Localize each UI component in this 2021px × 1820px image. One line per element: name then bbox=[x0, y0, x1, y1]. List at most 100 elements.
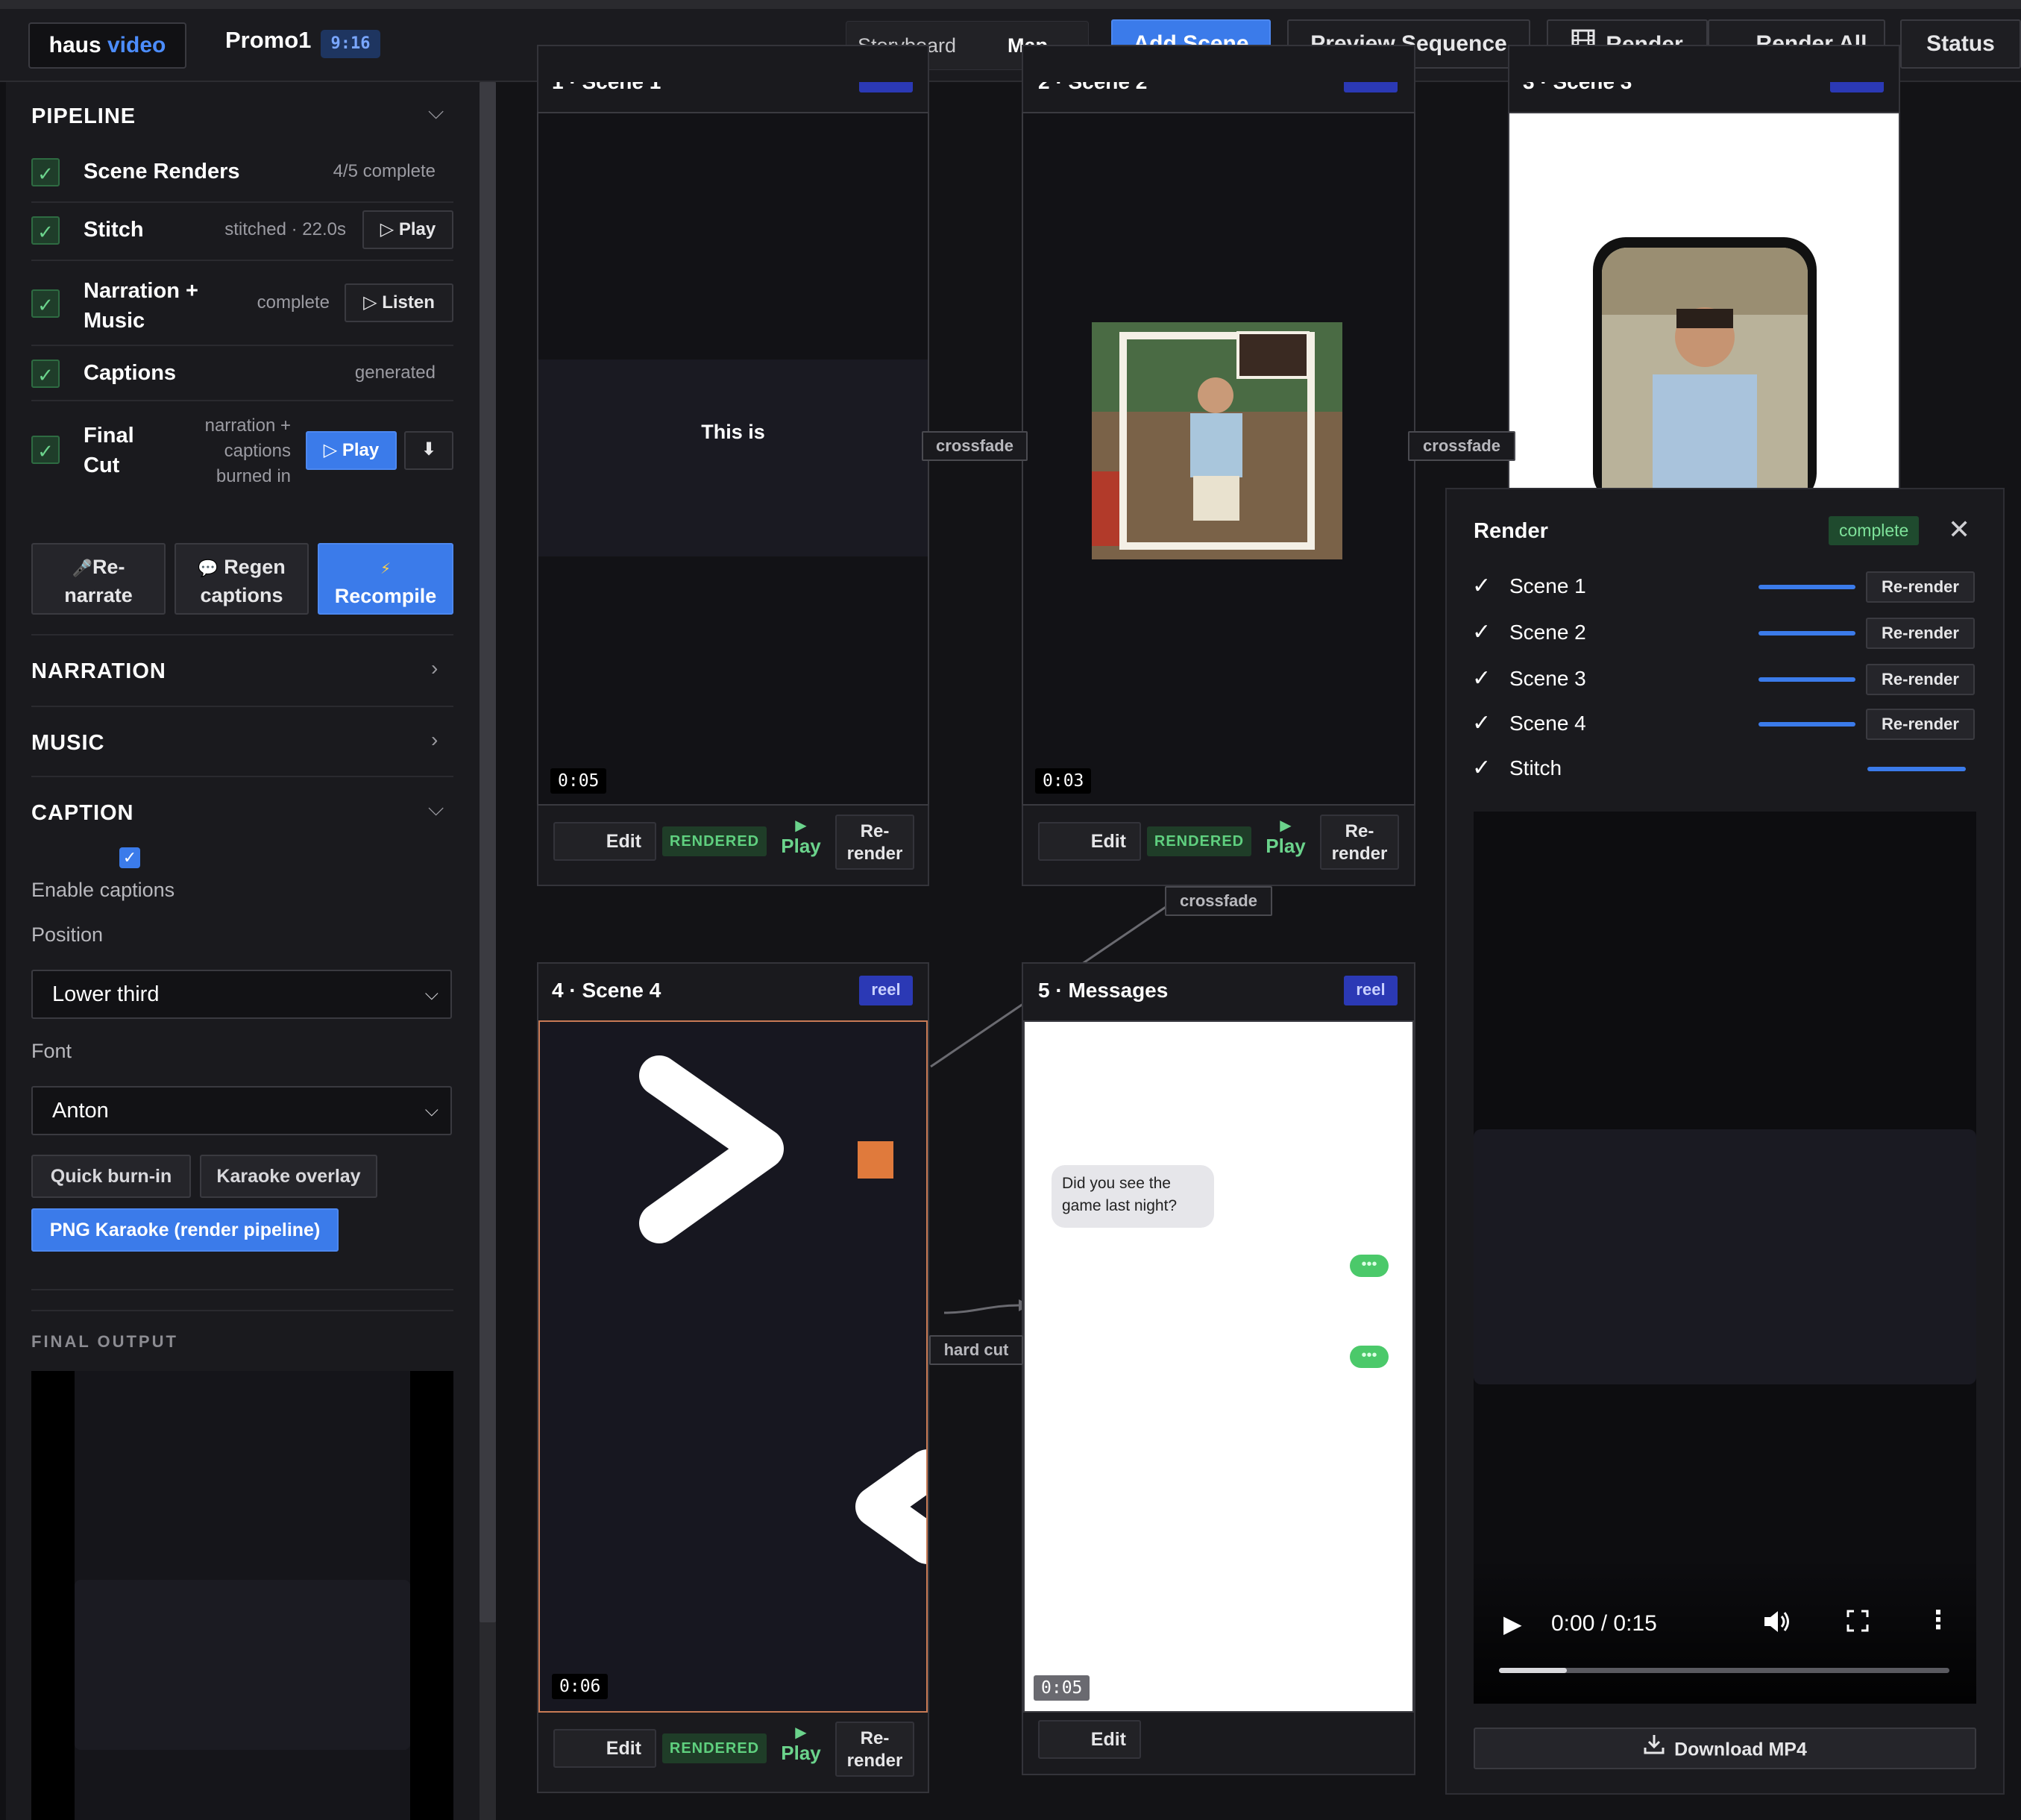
reel-badge: reel bbox=[1344, 976, 1398, 1005]
scene-play-button[interactable]: ▶ Play bbox=[1254, 816, 1317, 858]
typing-indicator: ••• bbox=[1350, 1346, 1389, 1368]
renarrate-button[interactable]: 🎤Re-narrate bbox=[31, 543, 166, 615]
quick-burn-in-button[interactable]: Quick burn-in bbox=[31, 1155, 191, 1198]
recompile-button[interactable]: ⚡ Recompile bbox=[318, 543, 453, 615]
play-icon: ▶ bbox=[1280, 818, 1292, 834]
scene-preview[interactable]: Did you see the game last night? ••• ••• … bbox=[1023, 1020, 1414, 1713]
divider bbox=[31, 345, 453, 346]
render-progress-bar bbox=[1867, 767, 1966, 771]
png-karaoke-button[interactable]: PNG Karaoke (render pipeline) bbox=[31, 1208, 339, 1252]
karaoke-overlay-button[interactable]: Karaoke overlay bbox=[200, 1155, 377, 1198]
render-modal-title: Render bbox=[1474, 519, 1548, 543]
narration-section-title[interactable]: NARRATION bbox=[31, 659, 166, 684]
enable-captions-checkbox[interactable]: ✓ bbox=[119, 847, 140, 868]
pipeline-final-cut-label: Final Cut bbox=[84, 424, 134, 477]
scene-play-button[interactable]: ▶ Play bbox=[770, 1723, 832, 1765]
rerender-scene-button[interactable]: Re-render bbox=[1866, 571, 1975, 603]
divider bbox=[31, 260, 453, 261]
final-output-title: FINAL OUTPUT bbox=[31, 1332, 178, 1351]
fullscreen-icon[interactable] bbox=[1846, 1610, 1869, 1636]
final-cut-play-button[interactable]: ▷ Play bbox=[306, 431, 397, 470]
rerender-button[interactable]: Re-render bbox=[1320, 815, 1399, 870]
pipeline-stitch-label: Stitch bbox=[84, 218, 144, 242]
download-arrow-icon: ⬇ bbox=[421, 439, 437, 459]
play-icon: ▷ bbox=[380, 219, 395, 239]
player-seek-bar[interactable] bbox=[1499, 1668, 1949, 1673]
duration-badge: 0:05 bbox=[1034, 1675, 1090, 1701]
caption-section-title[interactable]: CAPTION bbox=[31, 801, 134, 826]
rerender-button[interactable]: Re-render bbox=[835, 1722, 914, 1777]
stitch-play-button[interactable]: ▷ Play bbox=[362, 210, 453, 249]
download-mp4-button[interactable]: Download MP4 bbox=[1474, 1728, 1976, 1769]
position-select[interactable]: Lower third ⌵ bbox=[31, 970, 452, 1019]
pipeline-scene-renders-label: Scene Renders bbox=[84, 160, 240, 183]
rerender-scene-button[interactable]: Re-render bbox=[1866, 664, 1975, 695]
check-icon: ✓ bbox=[1472, 574, 1492, 598]
scene-preview[interactable]: This is 0:05 bbox=[537, 112, 929, 806]
rendered-badge: RENDERED bbox=[662, 826, 767, 856]
final-output-video[interactable] bbox=[31, 1371, 453, 1820]
regen-captions-button[interactable]: 💬 Regen captions bbox=[175, 543, 309, 615]
chevron-down-icon: ⌵ bbox=[424, 984, 439, 1004]
more-options-icon[interactable]: ⋮ bbox=[1926, 1607, 1951, 1634]
transition-label[interactable]: crossfade bbox=[922, 431, 1028, 461]
play-icon: ▷ bbox=[323, 440, 338, 460]
chevron-right-icon[interactable]: › bbox=[431, 728, 438, 752]
music-section-title[interactable]: MUSIC bbox=[31, 731, 104, 756]
project-name[interactable]: Promo1 bbox=[225, 27, 311, 54]
pipeline-stitch-status: stitched · 22.0s bbox=[224, 219, 346, 239]
edit-button[interactable]: Edit bbox=[553, 822, 656, 861]
transition-label[interactable]: crossfade bbox=[1165, 886, 1272, 916]
check-icon: ✓ bbox=[1472, 711, 1492, 735]
pipeline-narration-label: Narration + Music bbox=[84, 279, 198, 333]
render-progress-bar bbox=[1758, 631, 1855, 636]
transition-label[interactable]: crossfade bbox=[1408, 431, 1515, 461]
check-icon: ✓ bbox=[31, 360, 60, 388]
duration-badge: 0:05 bbox=[550, 768, 607, 794]
scene-title: 5 · Messages bbox=[1038, 979, 1169, 1002]
left-panel-scroll-thumb[interactable] bbox=[480, 82, 496, 1622]
render-row-label: Scene 4 bbox=[1509, 712, 1586, 735]
rendered-badge: RENDERED bbox=[662, 1733, 767, 1763]
play-icon[interactable]: ▶ bbox=[1503, 1610, 1522, 1638]
divider bbox=[31, 1289, 453, 1290]
scene-preview[interactable] bbox=[1508, 112, 1900, 492]
chevron-down-icon[interactable]: ⌵ bbox=[428, 100, 444, 125]
scene-preview[interactable]: 0:06 bbox=[538, 1020, 928, 1713]
edit-button[interactable]: Edit bbox=[1038, 1720, 1141, 1759]
rerender-button[interactable]: Re-render bbox=[835, 815, 914, 870]
scene-play-button[interactable]: ▶ Play bbox=[770, 816, 832, 858]
render-video-player[interactable]: ▶ 0:00 / 0:15 ⋮ bbox=[1474, 812, 1976, 1704]
render-status-badge: complete bbox=[1829, 516, 1920, 545]
play-icon: ▷ bbox=[363, 292, 377, 313]
play-icon: ▶ bbox=[795, 818, 807, 834]
listen-button[interactable]: ▷ Listen bbox=[345, 283, 453, 322]
download-final-cut-button[interactable]: ⬇ bbox=[404, 431, 453, 470]
edit-button[interactable]: Edit bbox=[1038, 822, 1141, 861]
app-logo[interactable]: haus video bbox=[28, 22, 186, 69]
transition-label[interactable]: hard cut bbox=[929, 1335, 1023, 1365]
chevron-right-icon[interactable]: › bbox=[431, 656, 438, 680]
divider bbox=[31, 706, 453, 707]
check-icon: ✓ bbox=[1472, 666, 1492, 691]
rerender-scene-button[interactable]: Re-render bbox=[1866, 709, 1975, 740]
check-icon: ✓ bbox=[31, 158, 60, 186]
status-button[interactable]: Status bbox=[1900, 19, 2021, 69]
typing-indicator: ••• bbox=[1350, 1255, 1389, 1277]
chevron-down-icon[interactable]: ⌵ bbox=[428, 797, 444, 821]
font-select[interactable]: Anton ⌵ bbox=[31, 1086, 452, 1135]
render-row-label: Scene 2 bbox=[1509, 621, 1586, 644]
scene-preview[interactable]: 0:03 bbox=[1022, 112, 1415, 806]
speech-bubble-icon: 💬 bbox=[198, 559, 219, 577]
rerender-scene-button[interactable]: Re-render bbox=[1866, 618, 1975, 649]
close-icon[interactable]: ✕ bbox=[1948, 515, 1970, 545]
lightning-icon: ⚡ bbox=[380, 561, 392, 577]
pipeline-final-cut-status: narration + captions burned in bbox=[204, 415, 291, 486]
volume-icon[interactable] bbox=[1763, 1608, 1793, 1639]
edit-button[interactable]: Edit bbox=[553, 1729, 656, 1768]
render-progress-bar bbox=[1758, 585, 1855, 589]
rendered-badge: RENDERED bbox=[1147, 826, 1251, 856]
duration-badge: 0:06 bbox=[552, 1674, 609, 1699]
check-icon: ✓ bbox=[31, 436, 60, 464]
scene-title: 4 · Scene 4 bbox=[552, 979, 661, 1002]
